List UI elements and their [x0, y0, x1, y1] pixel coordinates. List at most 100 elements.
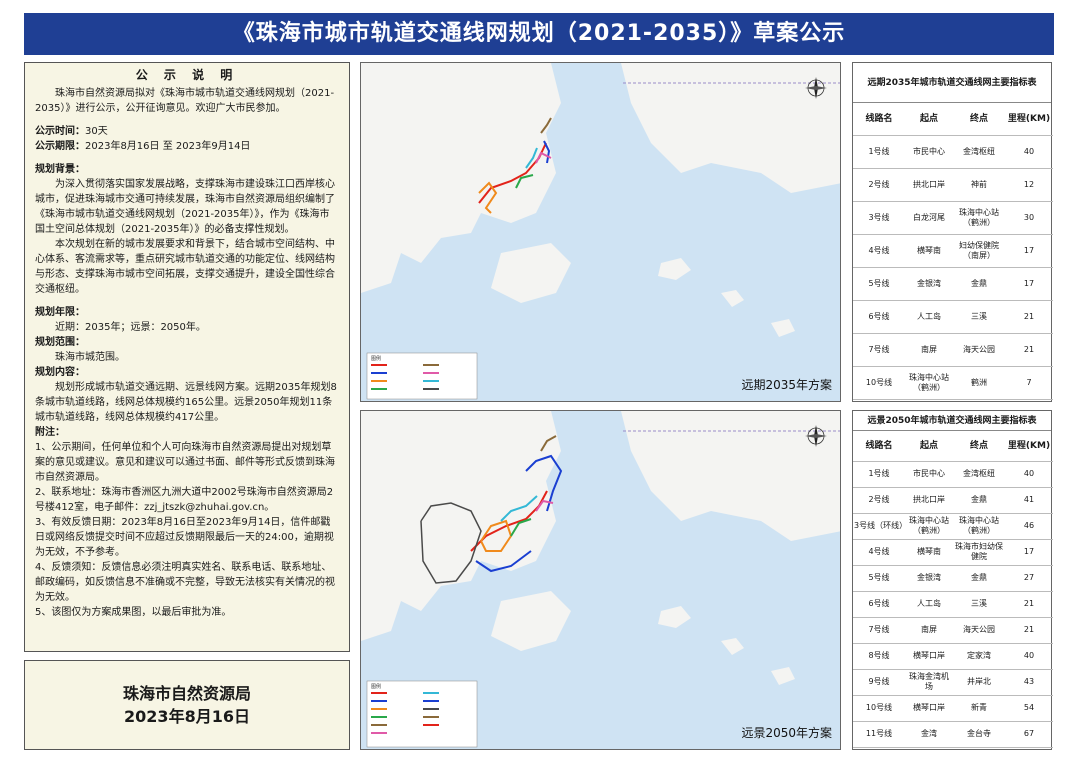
table-cell: 金银湾: [905, 267, 953, 301]
table-row: 7号线 南屏 海天公园 21: [853, 617, 1053, 644]
table-cell: 井岸北: [953, 669, 1005, 696]
table-cell: 金银湾: [905, 565, 953, 592]
table-far-2050: 远景2050年城市轨道交通线网主要指标表 线路名 起点 终点 里程(KM) 1号…: [852, 410, 1053, 750]
table-cell: 1号线: [853, 461, 905, 488]
table-cell: 5号线: [853, 565, 905, 592]
table-cell: 40: [1005, 461, 1053, 488]
notice-panel: 公 示 说 明 珠海市自然资源局拟对《珠海市城市轨道交通线网规划（2021-20…: [24, 62, 350, 652]
table-cell: 人工岛: [905, 591, 953, 618]
table-row: 8号线 横琴口岸 定家湾 40: [853, 643, 1053, 670]
table-cell: 27: [1005, 565, 1053, 592]
table-row: 5号线 金银湾 金鼎 27: [853, 565, 1053, 592]
table-far-caption: 远景2050年城市轨道交通线网主要指标表: [853, 411, 1051, 431]
table-row: 1号线 市民中心 金湾枢纽 40: [853, 461, 1053, 488]
table-cell: 三溪: [953, 300, 1005, 334]
notice-heading: 公 示 说 明: [135, 68, 239, 82]
table-cell: 金鼎: [953, 565, 1005, 592]
table-cell: 4号线: [853, 539, 905, 566]
table-cell: 21: [1005, 591, 1053, 618]
table-cell: 横琴口岸: [905, 695, 953, 722]
table-cell: 10号线: [853, 695, 905, 722]
table-header-cell: 线路名: [853, 103, 905, 136]
table-cell: 横琴口岸: [905, 643, 953, 670]
table-cell: 市民中心: [905, 135, 953, 169]
table-cell: 3号线: [853, 201, 905, 235]
table-cell: 21: [1005, 617, 1053, 644]
notes-label: 附注：: [35, 427, 65, 438]
table-cell: 横琴南: [905, 539, 953, 566]
table-cell: 30: [1005, 201, 1053, 235]
table-cell: 横琴南: [905, 234, 953, 268]
island: [771, 319, 795, 337]
table-cell: 9号线: [853, 669, 905, 696]
issuer-box: 珠海市自然资源局 2023年8月16日: [24, 660, 350, 750]
table-cell: 8号线: [853, 643, 905, 670]
notice-intro: 珠海市自然资源局拟对《珠海市城市轨道交通线网规划（2021-2035）》进行公示…: [35, 88, 335, 114]
table-cell: 46: [1005, 513, 1053, 540]
table-cell: 拱北口岸: [905, 168, 953, 202]
table-header-cell: 终点: [953, 431, 1005, 462]
table-cell: 白龙河尾: [905, 201, 953, 235]
table-cell: 金台寺: [953, 721, 1005, 748]
table-cell: 海天公园: [953, 333, 1005, 367]
table-cell: 妇幼保健院（南屏）: [953, 234, 1005, 268]
table-cell: 67: [1005, 721, 1053, 748]
table-cell: 40: [1005, 135, 1053, 169]
table-cell: 6号线: [853, 591, 905, 618]
map-legend: 图例: [366, 680, 478, 748]
table-cell: 7: [1005, 366, 1053, 400]
table-cell: 41: [1005, 487, 1053, 514]
scope-value: 珠海市城范围。: [55, 352, 125, 363]
map-far-2050: 图例 远景2050年方案: [360, 410, 841, 750]
table-cell: 17: [1005, 234, 1053, 268]
table-cell: 珠海中心站（鹤洲）: [953, 513, 1005, 540]
table-cell: 珠海中心站（鹤洲）: [905, 513, 953, 540]
table-row: 3号线 白龙河尾 珠海中心站（鹤洲） 30: [853, 201, 1053, 235]
table-cell: 金湾枢纽: [953, 135, 1005, 169]
table-row: 10号线 横琴口岸 新青 54: [853, 695, 1053, 722]
table-cell: 40: [1005, 643, 1053, 670]
map-far-caption: 远景2050年方案: [741, 726, 832, 740]
land-mass: [491, 243, 571, 303]
map-near-caption: 远期2035年方案: [741, 378, 832, 392]
table-header-cell: 终点: [953, 103, 1005, 136]
table-row: 9号线 珠海金湾机场 井岸北 43: [853, 669, 1053, 696]
table-cell: 21: [1005, 300, 1053, 334]
island: [721, 638, 744, 655]
table-cell: 7号线: [853, 617, 905, 644]
map-near-svg: 图例: [361, 63, 840, 400]
table-cell: 珠海中心站（鹤洲）: [953, 201, 1005, 235]
table-row: 2号线 拱北口岸 神前 12: [853, 168, 1053, 202]
table-cell: 金鼎: [953, 267, 1005, 301]
notice-period: 公示时间：30天: [35, 126, 108, 137]
table-cell: 2号线: [853, 487, 905, 514]
table-cell: 珠海市妇幼保健院: [953, 539, 1005, 566]
notice-deadline: 公示期限：2023年8月16日 至 2023年9月14日: [35, 141, 251, 152]
map-far-svg: 图例: [361, 411, 840, 748]
content-value: 规划形成城市轨道交通远期、远景线网方案。远期2035年规划8条城市轨道线路，线网…: [35, 382, 337, 423]
table-row: 4号线 横琴南 珠海市妇幼保健院 17: [853, 539, 1053, 566]
table-row: 2号线 拱北口岸 金鼎 41: [853, 487, 1053, 514]
table-row: 6号线 人工岛 三溪 21: [853, 300, 1053, 334]
table-header-row: 线路名 起点 终点 里程(KM): [853, 103, 1053, 136]
table-row: 3号线（环线） 珠海中心站（鹤洲） 珠海中心站（鹤洲） 46: [853, 513, 1053, 540]
issuer-org: 珠海市自然资源局: [122, 684, 251, 703]
page-title: 《珠海市城市轨道交通线网规划（2021-2035）》草案公示: [24, 13, 1054, 55]
table-far-grid: 线路名 起点 终点 里程(KM) 1号线 市民中心 金湾枢纽 40 2号线 拱北口岸 金鼎 4…: [853, 431, 1053, 748]
table-cell: 珠海中心站（鹤洲）: [905, 366, 953, 400]
map-near-2035: 图例 远期2035年方案: [360, 62, 841, 402]
table-cell: 21: [1005, 333, 1053, 367]
table-cell: 4号线: [853, 234, 905, 268]
map-legend: 图例: [366, 352, 478, 400]
table-cell: 新青: [953, 695, 1005, 722]
table-cell: 金鼎: [953, 487, 1005, 514]
table-header-row: 线路名 起点 终点 里程(KM): [853, 431, 1053, 462]
table-header-cell: 起点: [905, 103, 953, 136]
table-row: 4号线 横琴南 妇幼保健院（南屏） 17: [853, 234, 1053, 268]
table-cell: 3号线（环线）: [853, 513, 907, 540]
land-mass: [491, 591, 571, 651]
table-cell: 珠海金湾机场: [905, 669, 953, 696]
table-cell: 金湾枢纽: [953, 461, 1005, 488]
years-value: 近期：2035年；远景：2050年。: [55, 322, 206, 333]
background-label: 规划背景：: [35, 164, 85, 175]
